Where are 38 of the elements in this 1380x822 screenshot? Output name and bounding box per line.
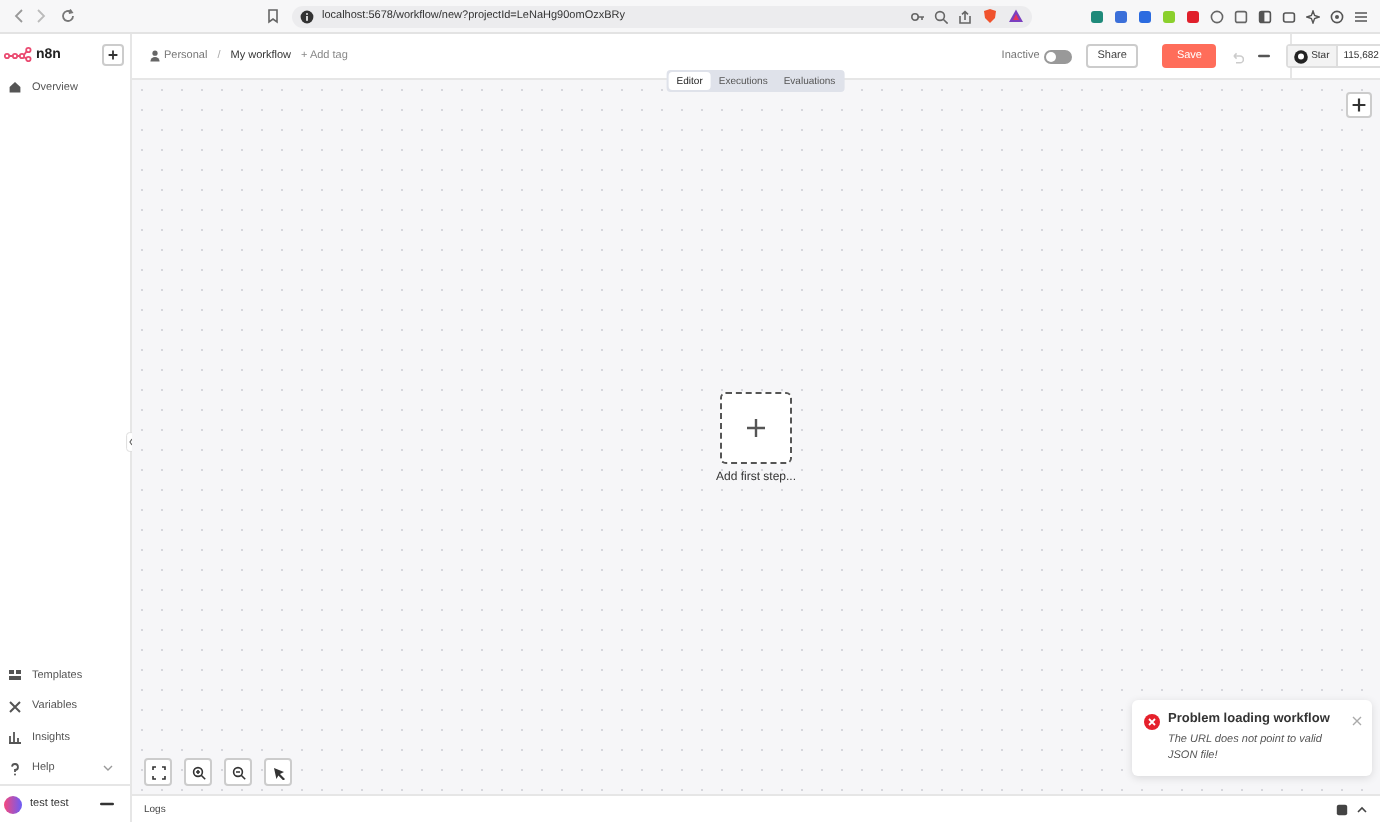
zoom-out-icon bbox=[231, 765, 245, 779]
error-icon bbox=[1144, 713, 1160, 729]
plus-icon bbox=[1352, 98, 1366, 112]
canvas-control-button[interactable] bbox=[144, 758, 172, 786]
back-icon[interactable] bbox=[12, 8, 24, 24]
reload-icon[interactable] bbox=[60, 8, 76, 24]
logo-icon bbox=[4, 46, 32, 62]
templates-icon bbox=[8, 668, 22, 683]
insights-icon bbox=[8, 730, 22, 745]
chevron-up-icon[interactable] bbox=[1356, 805, 1368, 813]
shield-icon[interactable] bbox=[982, 8, 998, 24]
help-icon bbox=[8, 761, 22, 776]
canvas-control-button[interactable] bbox=[184, 758, 212, 786]
canvas-control-button[interactable] bbox=[264, 758, 292, 786]
avatar-icon bbox=[4, 795, 22, 813]
add-node-button[interactable] bbox=[1346, 92, 1372, 118]
menu-icon[interactable] bbox=[1354, 9, 1368, 23]
triangle-icon[interactable] bbox=[1008, 8, 1024, 24]
zoom-icon[interactable] bbox=[934, 9, 948, 23]
active-toggle[interactable] bbox=[1043, 49, 1072, 63]
cursor-icon bbox=[271, 765, 285, 779]
key-icon[interactable] bbox=[910, 9, 924, 23]
variables-icon bbox=[8, 699, 22, 714]
sparkle-icon[interactable] bbox=[1306, 9, 1320, 23]
bookmark-icon[interactable] bbox=[266, 8, 280, 24]
add-button[interactable] bbox=[102, 43, 124, 65]
plus-icon bbox=[746, 418, 766, 438]
info-icon bbox=[300, 9, 314, 23]
share-icon[interactable] bbox=[958, 9, 972, 23]
home-icon bbox=[8, 80, 22, 95]
panel-icon[interactable] bbox=[1336, 803, 1348, 815]
fit-view-icon bbox=[151, 765, 165, 779]
plus-icon bbox=[108, 49, 118, 59]
sidebar-icon[interactable] bbox=[1258, 9, 1272, 23]
canvas-control-button[interactable] bbox=[224, 758, 252, 786]
user-icon bbox=[150, 50, 160, 62]
zoom-in-icon bbox=[191, 765, 205, 779]
add-first-step-button[interactable] bbox=[720, 392, 792, 464]
